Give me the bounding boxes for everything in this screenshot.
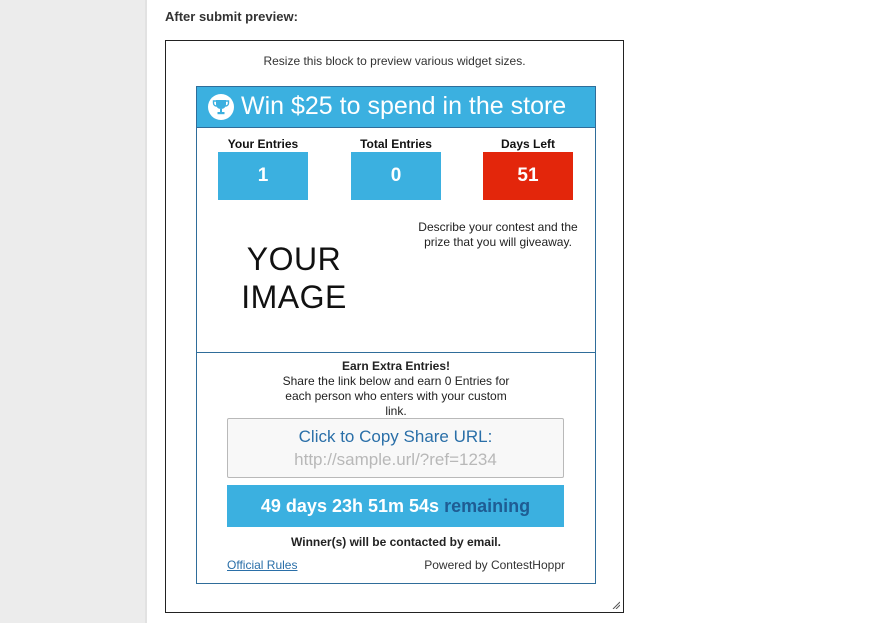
left-sidebar-gutter xyxy=(0,0,145,623)
stat-value: 51 xyxy=(483,152,573,200)
earn-entries-text: Share the link below and earn 0 Entries … xyxy=(282,374,510,418)
contest-title: Win $25 to spend in the store xyxy=(241,92,567,120)
countdown-suffix: remaining xyxy=(444,496,531,516)
image-placeholder-line: YOUR xyxy=(246,241,342,277)
section-label: After submit preview: xyxy=(165,9,298,24)
share-url: http://sample.url/?ref=1234 xyxy=(294,450,497,469)
countdown-time: 49 days 23h 51m 54s xyxy=(260,496,440,516)
section-divider xyxy=(197,352,595,353)
widget-header: Win $25 to spend in the store xyxy=(197,87,595,128)
trophy-icon xyxy=(208,94,234,120)
stat-label: Days Left xyxy=(500,137,556,151)
stat-label: Total Entries xyxy=(360,137,432,151)
countdown-timer: 49 days 23h 51m 54s remaining xyxy=(227,485,564,527)
preview-container: Resize this block to preview various wid… xyxy=(165,40,624,613)
winners-notice: Winner(s) will be contacted by email. xyxy=(291,535,501,549)
stat-value: 1 xyxy=(218,152,308,200)
stat-label: Your Entries xyxy=(227,137,299,151)
image-placeholder-line: IMAGE xyxy=(241,279,347,315)
contest-widget: Win $25 to spend in the store Your Entri… xyxy=(196,86,596,584)
stat-total-entries: Total Entries 0 xyxy=(351,136,441,200)
official-rules-link[interactable]: Official Rules xyxy=(227,558,297,572)
powered-by-text: Powered by ContestHoppr xyxy=(424,558,565,572)
resize-hint: Resize this block to preview various wid… xyxy=(263,54,526,68)
copy-share-label: Click to Copy Share URL: xyxy=(298,427,493,446)
resize-handle-icon[interactable] xyxy=(612,601,620,609)
copy-share-url-button[interactable]: Click to Copy Share URL: http://sample.u… xyxy=(227,418,564,478)
earn-entries-title: Earn Extra Entries! xyxy=(341,359,451,373)
stat-days-left: Days Left 51 xyxy=(483,136,573,200)
stat-your-entries: Your Entries 1 xyxy=(218,136,308,200)
stat-value: 0 xyxy=(351,152,441,200)
prize-image-placeholder: YOUR IMAGE xyxy=(219,240,369,316)
gutter-divider xyxy=(145,0,147,623)
contest-description: Describe your contest and the prize that… xyxy=(418,220,578,249)
